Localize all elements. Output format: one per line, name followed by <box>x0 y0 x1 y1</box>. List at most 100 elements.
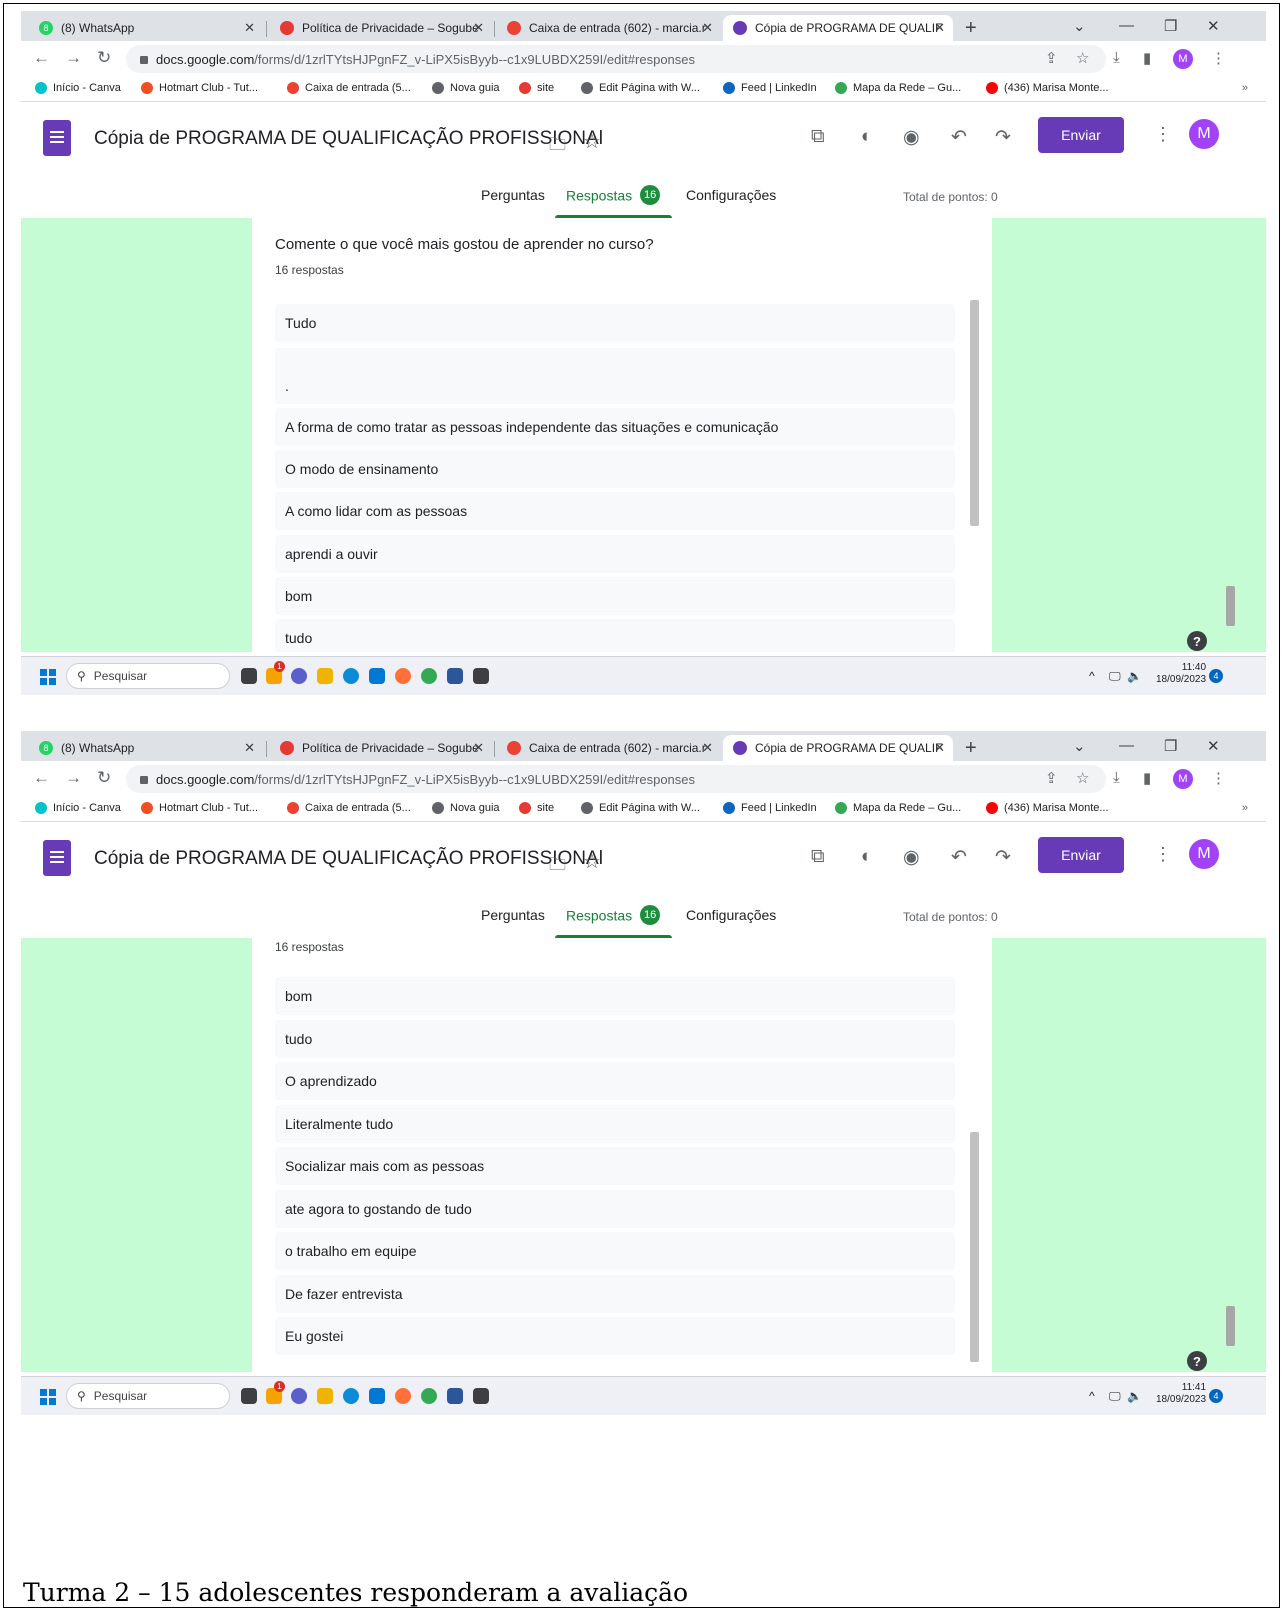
list-scrollbar[interactable] <box>970 300 979 526</box>
bookmark-item[interactable]: site <box>519 82 554 94</box>
profile-avatar[interactable]: M <box>1173 49 1193 69</box>
redo-icon[interactable]: ↷ <box>995 846 1011 869</box>
firefox-icon[interactable] <box>395 668 411 684</box>
addons-icon[interactable]: ⧉ <box>811 126 825 148</box>
close-icon[interactable]: ✕ <box>934 20 945 36</box>
redo-icon[interactable]: ↷ <box>995 126 1011 149</box>
download-icon[interactable]: ⤓ <box>1113 49 1120 66</box>
back-icon[interactable]: ← <box>33 768 50 788</box>
taskview-icon[interactable] <box>241 668 257 684</box>
notification-badge[interactable]: 4 <box>1209 669 1223 683</box>
bookmark-item[interactable]: (436) Marisa Monte... <box>986 802 1109 814</box>
bookmarks-more-icon[interactable]: » <box>1242 802 1248 814</box>
bookmark-star-icon[interactable]: ☆ <box>1076 769 1089 787</box>
tab-search-icon[interactable]: ⌄ <box>1073 17 1086 35</box>
bookmark-item[interactable]: Hotmart Club - Tut... <box>141 802 258 814</box>
share-icon[interactable]: ⇪ <box>1045 769 1058 787</box>
send-button[interactable]: Enviar <box>1038 117 1124 153</box>
help-icon[interactable]: ? <box>1187 631 1207 651</box>
word-icon[interactable] <box>447 1388 463 1404</box>
star-icon[interactable]: ☆ <box>583 849 601 874</box>
url-field[interactable]: docs.google.com/forms/d/1zrlTYtsHJPgnFZ_… <box>126 765 1106 793</box>
bookmark-item[interactable]: Edit Página with W... <box>581 82 700 94</box>
form-title[interactable]: Cópia de PROGRAMA DE QUALIFICAÇÃO PROFIS… <box>94 128 603 150</box>
tray-chevron-icon[interactable]: ^ <box>1089 669 1095 683</box>
bookmark-item[interactable]: Mapa da Rede – Gu... <box>835 82 961 94</box>
side-panel-icon[interactable]: ▮ <box>1143 769 1151 787</box>
more-options-icon[interactable]: ⋮ <box>1154 124 1172 145</box>
bookmarks-more-icon[interactable]: » <box>1242 82 1248 94</box>
browser-tab[interactable]: Caixa de entrada (602) - marcia.r ✕ <box>497 15 721 41</box>
bookmark-item[interactable]: Caixa de entrada (5... <box>287 82 411 94</box>
forward-icon[interactable]: → <box>65 768 82 788</box>
tab-responses[interactable]: Respostas 16 <box>566 905 661 927</box>
chrome-icon[interactable] <box>421 668 437 684</box>
network-icon[interactable]: 🖵 <box>1109 669 1121 684</box>
word-icon[interactable] <box>447 668 463 684</box>
browser-tab[interactable]: Política de Privacidade – Sogube ✕ <box>270 15 492 41</box>
store-icon[interactable] <box>369 1388 385 1404</box>
edge-icon[interactable] <box>343 1388 359 1404</box>
app-icon[interactable] <box>473 668 489 684</box>
taskview-icon[interactable] <box>241 1388 257 1404</box>
browser-tab[interactable]: Cópia de PROGRAMA DE QUALIF ✕ <box>723 735 953 761</box>
form-title[interactable]: Cópia de PROGRAMA DE QUALIFICAÇÃO PROFIS… <box>94 848 603 870</box>
reload-icon[interactable]: ↻ <box>97 48 111 68</box>
teams-icon[interactable] <box>291 1388 307 1404</box>
palette-icon[interactable]: ◐ <box>861 126 872 148</box>
download-icon[interactable]: ⤓ <box>1113 769 1120 786</box>
forms-logo-icon[interactable] <box>43 840 71 876</box>
browser-tab[interactable]: 8 (8) WhatsApp ✕ <box>29 735 263 761</box>
new-tab-icon[interactable]: + <box>965 737 977 760</box>
taskbar-clock[interactable]: 11:40 18/09/2023 <box>1156 662 1206 686</box>
addons-icon[interactable]: ⧉ <box>811 846 825 868</box>
file-explorer-icon[interactable] <box>317 668 333 684</box>
volume-icon[interactable]: 🔈 <box>1127 669 1142 683</box>
close-icon[interactable]: ✕ <box>244 20 255 36</box>
close-icon[interactable]: ✕ <box>702 740 713 756</box>
list-scrollbar[interactable] <box>970 1132 979 1362</box>
tab-questions[interactable]: Perguntas <box>481 187 545 203</box>
more-options-icon[interactable]: ⋮ <box>1154 844 1172 865</box>
forward-icon[interactable]: → <box>65 48 82 68</box>
minimize-icon[interactable]: — <box>1119 737 1134 754</box>
close-icon[interactable]: ✕ <box>244 740 255 756</box>
account-avatar[interactable]: M <box>1189 839 1219 869</box>
bookmark-item[interactable]: Caixa de entrada (5... <box>287 802 411 814</box>
file-explorer-icon[interactable] <box>317 1388 333 1404</box>
app-icon[interactable] <box>473 1388 489 1404</box>
preview-eye-icon[interactable]: ◉ <box>903 126 920 149</box>
bookmark-item[interactable]: Mapa da Rede – Gu... <box>835 802 961 814</box>
tray-chevron-icon[interactable]: ^ <box>1089 1389 1095 1403</box>
chrome-menu-icon[interactable]: ⋮ <box>1211 49 1226 67</box>
tab-responses[interactable]: Respostas 16 <box>566 185 661 207</box>
volume-icon[interactable]: 🔈 <box>1127 1389 1142 1403</box>
bookmark-star-icon[interactable]: ☆ <box>1076 49 1089 67</box>
bookmark-item[interactable]: Início - Canva <box>35 802 121 814</box>
bookmark-item[interactable]: Nova guia <box>432 802 500 814</box>
page-scrollbar[interactable] <box>1226 586 1235 626</box>
taskbar-search[interactable]: ⚲ Pesquisar <box>66 1383 230 1409</box>
preview-eye-icon[interactable]: ◉ <box>903 846 920 869</box>
close-icon[interactable]: ✕ <box>473 20 484 36</box>
bookmark-item[interactable]: Hotmart Club - Tut... <box>141 82 258 94</box>
undo-icon[interactable]: ↶ <box>951 846 967 869</box>
bookmark-item[interactable]: Nova guia <box>432 82 500 94</box>
bookmark-item[interactable]: site <box>519 802 554 814</box>
taskbar-search[interactable]: ⚲ Pesquisar <box>66 663 230 689</box>
bookmark-item[interactable]: Edit Página with W... <box>581 802 700 814</box>
restore-icon[interactable]: ❐ <box>1164 17 1177 35</box>
undo-icon[interactable]: ↶ <box>951 126 967 149</box>
tab-settings[interactable]: Configurações <box>686 907 776 923</box>
bookmark-item[interactable]: Feed | LinkedIn <box>723 82 817 94</box>
chrome-menu-icon[interactable]: ⋮ <box>1211 769 1226 787</box>
store-icon[interactable] <box>369 668 385 684</box>
folder-icon[interactable]: 🗀 <box>549 132 566 161</box>
url-field[interactable]: docs.google.com/forms/d/1zrlTYtsHJPgnFZ_… <box>126 45 1106 73</box>
star-icon[interactable]: ☆ <box>583 129 601 154</box>
browser-tab[interactable]: Caixa de entrada (602) - marcia.r ✕ <box>497 735 721 761</box>
windows-start-icon[interactable] <box>40 669 56 685</box>
close-icon[interactable]: ✕ <box>702 20 713 36</box>
reload-icon[interactable]: ↻ <box>97 768 111 788</box>
teams-icon[interactable] <box>291 668 307 684</box>
